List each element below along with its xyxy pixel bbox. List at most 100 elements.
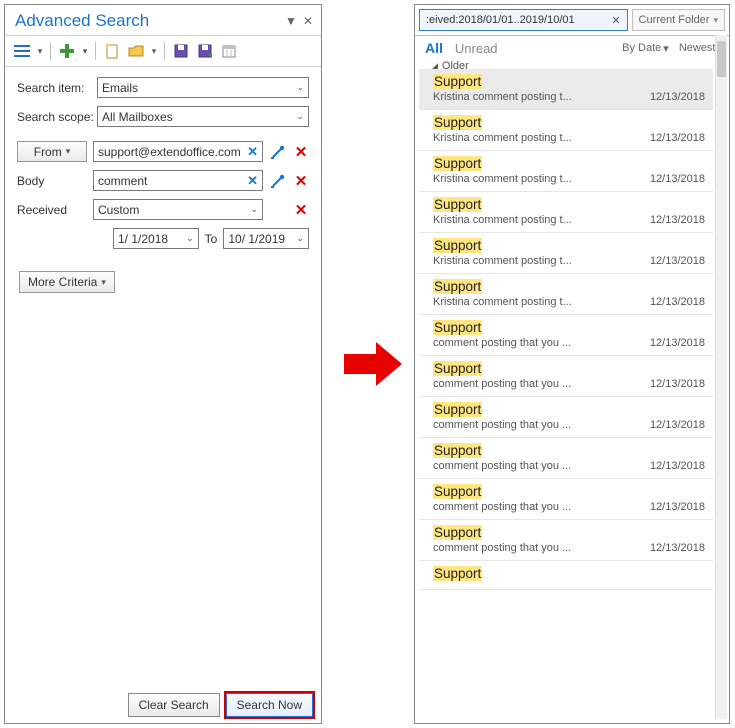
body-input[interactable]: comment ✕: [93, 170, 263, 191]
received-value: Custom: [98, 203, 139, 217]
filter-unread-tab[interactable]: Unread: [455, 41, 498, 56]
chevron-down-icon: ▾: [663, 42, 669, 55]
message-item[interactable]: SupportKristina comment posting t...12/1…: [419, 69, 713, 110]
chevron-down-icon: ▾: [713, 15, 718, 26]
message-sender: Support: [433, 197, 482, 212]
message-subject: Kristina comment posting t...: [433, 132, 572, 144]
sort-by-button[interactable]: By Date ▾: [622, 42, 669, 55]
form-body: Search item: Emails ⌄ Search scope: All …: [5, 67, 321, 293]
panel-title: Advanced Search: [15, 11, 149, 31]
message-list: Support Kristina comment posting t... 12/1…: [419, 69, 713, 719]
message-item[interactable]: Supportcomment posting that you ...12/13…: [419, 397, 713, 438]
message-item[interactable]: SupportKristina comment posting t...12/1…: [419, 192, 713, 233]
message-sender: Support: [433, 238, 482, 253]
message-item[interactable]: SupportKristina comment posting t...12/1…: [419, 233, 713, 274]
date-to-label: To: [205, 232, 218, 246]
message-item[interactable]: Support comment posting that you ... 12/13…: [419, 315, 713, 356]
message-sender: Support: [433, 115, 482, 130]
received-select[interactable]: Custom ⌄: [93, 199, 263, 220]
message-item[interactable]: Support Kristina comment posting t... 12/1…: [419, 110, 713, 151]
search-item-select[interactable]: Emails ⌄: [97, 77, 309, 98]
chevron-down-icon: ⌄: [296, 111, 304, 122]
message-sender: Support: [433, 156, 482, 171]
message-date: 12/13/2018: [650, 460, 705, 472]
date-from-value: 1/ 1/2018: [118, 232, 168, 246]
plus-dropdown-icon[interactable]: ▾: [80, 46, 90, 57]
message-subject: comment posting that you ...: [433, 378, 571, 390]
folder-open-icon[interactable]: [125, 40, 147, 62]
search-scope-label: Search scope:: [17, 110, 97, 124]
save-as-icon[interactable]: [194, 40, 216, 62]
scrollbar[interactable]: [715, 35, 727, 719]
message-item[interactable]: Supportcomment posting that you ...12/13…: [419, 520, 713, 561]
message-sender: Support: [433, 484, 482, 499]
folder-scope-value: Current Folder: [639, 14, 710, 26]
message-item[interactable]: SupportKristina comment posting t...12/1…: [419, 151, 713, 192]
chevron-down-icon: ▾: [66, 146, 71, 157]
scroll-thumb[interactable]: [717, 41, 726, 77]
titlebar: Advanced Search ▼ ✕: [5, 5, 321, 36]
message-subject: Kristina comment posting t...: [433, 214, 572, 226]
results-topbar: :eived:2018/01/01..2019/10/01 ✕ Current …: [415, 5, 729, 36]
from-value: support@extendoffice.com: [98, 145, 241, 159]
remove-row-icon[interactable]: ✕: [293, 172, 309, 190]
message-date: 12/13/2018: [650, 91, 705, 103]
results-panel: :eived:2018/01/01..2019/10/01 ✕ Current …: [414, 4, 730, 724]
chevron-down-icon: ⌄: [250, 204, 258, 215]
chevron-down-icon: ▾: [101, 277, 106, 288]
from-input[interactable]: support@extendoffice.com ✕: [93, 141, 263, 162]
caret-down-icon[interactable]: ▼: [285, 14, 297, 28]
date-from-input[interactable]: 1/ 1/2018 ⌄: [113, 228, 199, 249]
more-criteria-button[interactable]: More Criteria ▾: [19, 271, 115, 293]
message-date: 12/13/2018: [650, 501, 705, 513]
results-filter-bar: All Unread By Date ▾ Newest ↓: [415, 36, 729, 58]
search-query-chip[interactable]: :eived:2018/01/01..2019/10/01 ✕: [419, 9, 628, 31]
from-field-button[interactable]: From ▾: [17, 141, 87, 162]
search-now-button[interactable]: Search Now: [226, 693, 313, 717]
message-subject: comment posting that you ...: [433, 337, 571, 349]
message-subject: comment posting that you ...: [433, 542, 571, 554]
clear-x-icon[interactable]: ✕: [247, 173, 258, 189]
message-item[interactable]: Support comment posting that you ... 12/13…: [419, 356, 713, 397]
chevron-down-icon: ⌄: [186, 233, 194, 244]
calendar-icon[interactable]: [218, 40, 240, 62]
more-criteria-label: More Criteria: [28, 275, 97, 289]
search-scope-select[interactable]: All Mailboxes ⌄: [97, 106, 309, 127]
filter-all-tab[interactable]: All: [425, 40, 443, 56]
message-item[interactable]: Support: [419, 561, 713, 590]
list-icon[interactable]: [11, 40, 33, 62]
folder-scope-select[interactable]: Current Folder ▾: [632, 9, 725, 31]
close-icon[interactable]: ✕: [303, 14, 313, 28]
message-date: 12/13/2018: [650, 296, 705, 308]
message-sender: Support: [433, 361, 482, 376]
arrow-icon: [344, 340, 404, 388]
date-to-input[interactable]: 10/ 1/2019 ⌄: [223, 228, 309, 249]
clear-search-x-icon[interactable]: ✕: [611, 14, 620, 27]
list-dropdown-icon[interactable]: ▾: [35, 46, 45, 57]
save-icon[interactable]: [170, 40, 192, 62]
clear-search-button[interactable]: Clear Search: [128, 693, 220, 717]
folder-dropdown-icon[interactable]: ▾: [149, 46, 159, 57]
eyedropper-icon[interactable]: [269, 144, 287, 160]
message-date: 12/13/2018: [650, 378, 705, 390]
new-doc-icon[interactable]: [101, 40, 123, 62]
search-item-label: Search item:: [17, 81, 97, 95]
remove-row-icon[interactable]: ✕: [293, 201, 309, 219]
sort-by-label: By Date: [622, 42, 661, 54]
clear-search-label: Clear Search: [139, 698, 209, 712]
clear-x-icon[interactable]: ✕: [247, 144, 258, 160]
message-item[interactable]: SupportKristina comment posting t...12/1…: [419, 274, 713, 315]
remove-row-icon[interactable]: ✕: [293, 143, 309, 161]
message-date: 12/13/2018: [650, 132, 705, 144]
advanced-search-panel: Advanced Search ▼ ✕ ▾ ▾ ▾: [4, 4, 322, 724]
plus-icon[interactable]: [56, 40, 78, 62]
message-item[interactable]: Supportcomment posting that you ...12/13…: [419, 438, 713, 479]
message-item[interactable]: Supportcomment posting that you ...12/13…: [419, 479, 713, 520]
search-now-label: Search Now: [237, 698, 302, 712]
message-sender: Support: [433, 566, 482, 581]
sort-dir-label: Newest: [679, 42, 716, 54]
eyedropper-icon[interactable]: [269, 173, 287, 189]
message-date: 12/13/2018: [650, 337, 705, 349]
message-subject: Kristina comment posting t...: [433, 296, 572, 308]
message-sender: Support: [433, 320, 482, 335]
